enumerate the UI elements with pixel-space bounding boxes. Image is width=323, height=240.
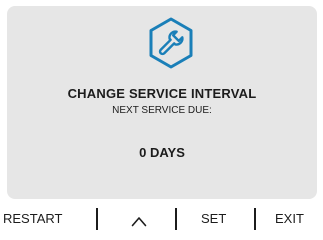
wrench-icon: [149, 17, 193, 69]
restart-button[interactable]: RESTART: [3, 210, 62, 228]
exit-button[interactable]: EXIT: [275, 210, 304, 228]
softkey-bar: RESTART SET EXIT: [0, 203, 323, 237]
chevron-up-icon[interactable]: [131, 215, 147, 227]
softkey-divider: [175, 208, 177, 230]
screen-subtitle: NEXT SERVICE DUE:: [112, 105, 212, 116]
service-due-value: 0 DAYS: [139, 145, 185, 160]
set-button[interactable]: SET: [201, 210, 226, 228]
screen-title: CHANGE SERVICE INTERVAL: [67, 86, 257, 101]
softkey-divider: [96, 208, 98, 230]
softkey-divider: [254, 208, 256, 230]
display-screen: CHANGE SERVICE INTERVAL NEXT SERVICE DUE…: [7, 6, 317, 199]
